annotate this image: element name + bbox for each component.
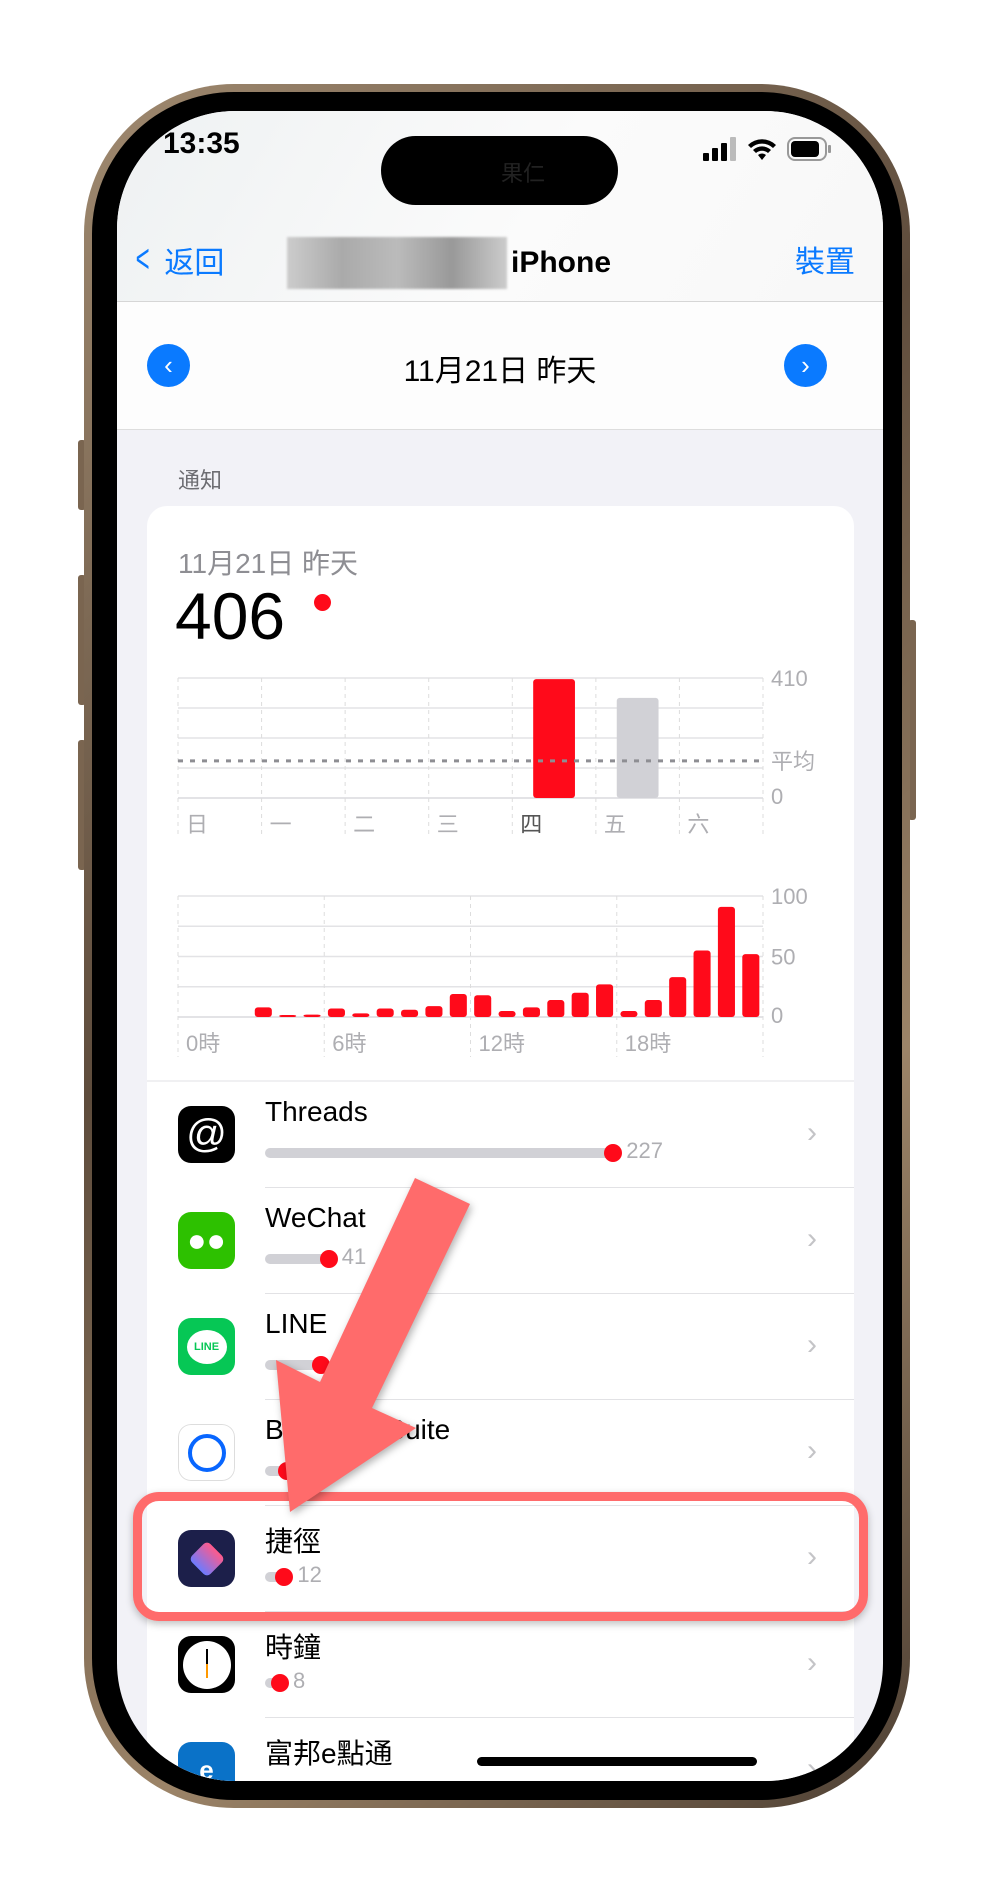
- annotation-arrow: [276, 1178, 470, 1512]
- arrow-shape: [276, 1178, 470, 1512]
